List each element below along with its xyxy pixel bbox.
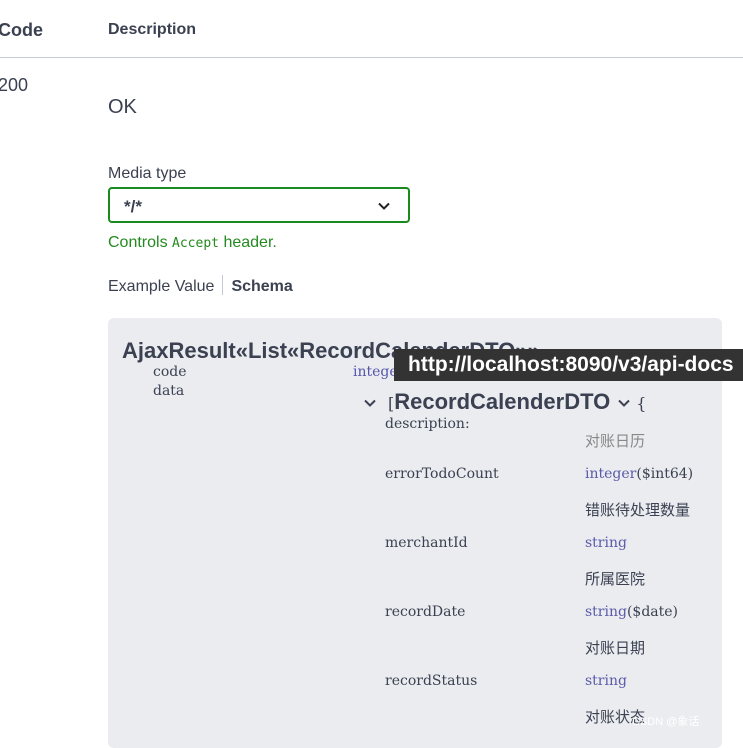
property-data-name: data	[153, 383, 185, 399]
field-type: integer($int64)	[585, 466, 693, 482]
field-type-name: string	[585, 535, 627, 551]
controls-accept-hint: Controls Accept header.	[108, 234, 277, 252]
field-name: merchantId	[385, 535, 468, 551]
field-type-format: ($int64)	[636, 466, 694, 482]
chevron-down-icon[interactable]	[364, 397, 376, 409]
header-divider	[0, 57, 743, 58]
field-name: errorTodoCount	[385, 466, 499, 482]
media-type-value: */*	[124, 197, 142, 216]
field-type-name: string	[585, 673, 627, 689]
url-tooltip: http://localhost:8090/v3/api-docs	[394, 349, 743, 381]
media-type-label: Media type	[108, 165, 187, 182]
controls-prefix: Controls	[108, 234, 168, 251]
field-name: recordDate	[385, 604, 466, 620]
tab-example-value[interactable]: Example Value	[108, 278, 214, 295]
field-description: 错账待处理数量	[585, 501, 691, 519]
field-description: 所属医院	[585, 570, 646, 588]
object-open-brace: {	[636, 394, 647, 413]
controls-suffix: header.	[223, 234, 277, 251]
response-code: 200	[0, 75, 29, 95]
field-type: string	[585, 535, 627, 551]
tab-separator	[222, 275, 224, 295]
field-type: string	[585, 673, 627, 689]
field-description: 对账日期	[585, 639, 646, 657]
sub-model-title[interactable]: [RecordCalenderDTO{	[388, 389, 646, 415]
field-type-format: ($date)	[626, 604, 679, 620]
field-type: string($date)	[585, 604, 678, 620]
tab-schema[interactable]: Schema	[231, 278, 292, 295]
property-code-name: code	[153, 364, 187, 380]
description-value: 对账日历	[585, 432, 646, 450]
chevron-down-icon[interactable]	[618, 397, 630, 409]
sub-model-title-text: RecordCalenderDTO	[394, 389, 611, 414]
chevron-down-icon	[378, 202, 390, 210]
controls-code: Accept	[172, 236, 219, 251]
media-type-select[interactable]: */*	[108, 187, 410, 223]
column-header-code: Code	[0, 20, 43, 40]
field-type-name: string	[585, 604, 627, 620]
watermark: CSDN @象话	[632, 716, 700, 728]
field-type-name: integer	[585, 466, 637, 482]
column-header-description: Description	[108, 21, 197, 38]
description-label: description:	[385, 416, 470, 432]
model-tabs: Example Value Schema	[108, 275, 293, 297]
field-name: recordStatus	[385, 673, 478, 689]
response-status-text: OK	[108, 96, 137, 118]
